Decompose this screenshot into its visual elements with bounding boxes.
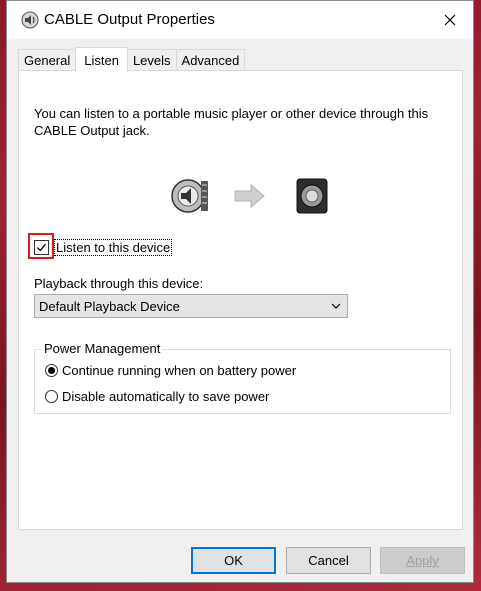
apply-button-label: Apply (406, 553, 439, 568)
tab-general[interactable]: General (18, 49, 77, 71)
ok-button[interactable]: OK (191, 547, 276, 574)
tab-listen[interactable]: Listen (75, 47, 128, 72)
input-device-icon (171, 179, 208, 213)
power-management-group: Power Management Continue running when o… (34, 341, 451, 414)
speaker-box-icon (296, 178, 328, 214)
close-button[interactable] (427, 1, 473, 39)
radio-label[interactable]: Disable automatically to save power (62, 389, 269, 404)
window-title: CABLE Output Properties (44, 11, 215, 28)
chevron-down-icon (331, 303, 341, 309)
listen-checkbox-label[interactable]: Listen to this device (54, 239, 173, 256)
radio-button[interactable] (45, 364, 58, 377)
apply-button[interactable]: Apply (380, 547, 465, 574)
listen-description: You can listen to a portable music playe… (34, 106, 429, 138)
checkmark-icon (37, 243, 47, 252)
playback-device-value: Default Playback Device (39, 298, 180, 314)
tab-levels[interactable]: Levels (126, 49, 177, 71)
arrow-right-icon (234, 183, 265, 209)
properties-dialog: CABLE Output Properties General Listen L… (6, 0, 474, 583)
tab-strip: General Listen Levels Advanced (18, 47, 246, 72)
listen-checkbox[interactable] (34, 240, 49, 255)
listen-checkbox-row[interactable]: Listen to this device (28, 233, 173, 259)
title-bar[interactable]: CABLE Output Properties (7, 1, 473, 39)
listen-panel: You can listen to a portable music playe… (18, 70, 463, 530)
power-management-title: Power Management (42, 341, 163, 356)
device-routing-illustration (171, 178, 328, 214)
tab-advanced[interactable]: Advanced (175, 49, 246, 71)
playback-device-select[interactable]: Default Playback Device (34, 294, 348, 318)
radio-button[interactable] (45, 390, 58, 403)
speaker-icon (21, 11, 39, 29)
playback-label: Playback through this device: (34, 276, 204, 291)
close-icon (444, 14, 456, 26)
radio-disable-automatically[interactable]: Disable automatically to save power (45, 389, 269, 404)
cancel-button[interactable]: Cancel (286, 547, 371, 574)
radio-label[interactable]: Continue running when on battery power (62, 363, 296, 378)
radio-continue-running[interactable]: Continue running when on battery power (45, 363, 296, 378)
